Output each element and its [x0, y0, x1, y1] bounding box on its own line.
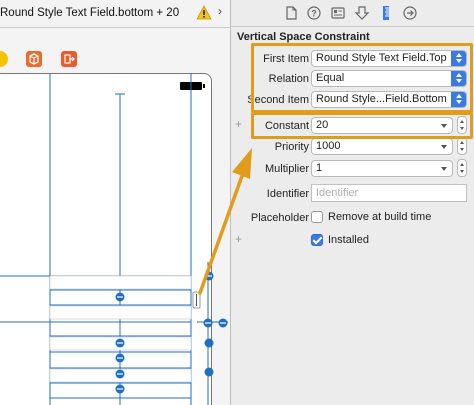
svg-text:?: ? — [311, 9, 317, 19]
priority-stepper[interactable] — [457, 137, 467, 155]
section-title: Vertical Space Constraint — [237, 31, 370, 43]
chevron-down-icon[interactable] — [441, 145, 447, 149]
file-icon[interactable] — [283, 5, 299, 21]
identity-icon[interactable] — [330, 5, 346, 21]
remove-at-build-checkbox[interactable] — [311, 211, 323, 223]
multiplier-value[interactable]: 1 — [316, 162, 322, 174]
items-highlight-box — [251, 43, 473, 113]
attributes-icon[interactable] — [354, 5, 370, 21]
size-inspector: ? Vertical Space Constraint First Item R… — [231, 0, 474, 405]
help-icon[interactable]: ? — [306, 5, 322, 21]
inspector-tab-bar: ? — [231, 0, 474, 27]
remove-at-build-label[interactable]: Remove at build time — [328, 211, 431, 223]
priority-combo[interactable]: 1000 — [311, 138, 453, 155]
identifier-label: Identifier — [266, 188, 309, 200]
size-ruler-icon[interactable] — [378, 5, 394, 21]
installed-checkbox[interactable] — [311, 234, 323, 246]
placeholder-label: Placeholder — [250, 212, 309, 224]
priority-value[interactable]: 1000 — [316, 140, 340, 152]
multiplier-label: Multiplier — [264, 163, 309, 175]
constraint-overlay — [0, 73, 228, 405]
multiplier-combo[interactable]: 1 — [311, 160, 453, 177]
constant-highlight-box — [251, 112, 473, 139]
chevron-down-icon[interactable] — [441, 167, 447, 171]
multiplier-stepper[interactable] — [457, 159, 467, 177]
add-installed-variation-icon[interactable]: + — [235, 232, 242, 246]
connections-icon[interactable] — [402, 5, 418, 21]
priority-label: Priority — [274, 141, 309, 153]
canvas-area[interactable]: Round Style Text Field.bottom + 20 › — [0, 0, 230, 405]
installed-label[interactable]: Installed — [328, 234, 369, 246]
identifier-field[interactable] — [311, 184, 467, 202]
